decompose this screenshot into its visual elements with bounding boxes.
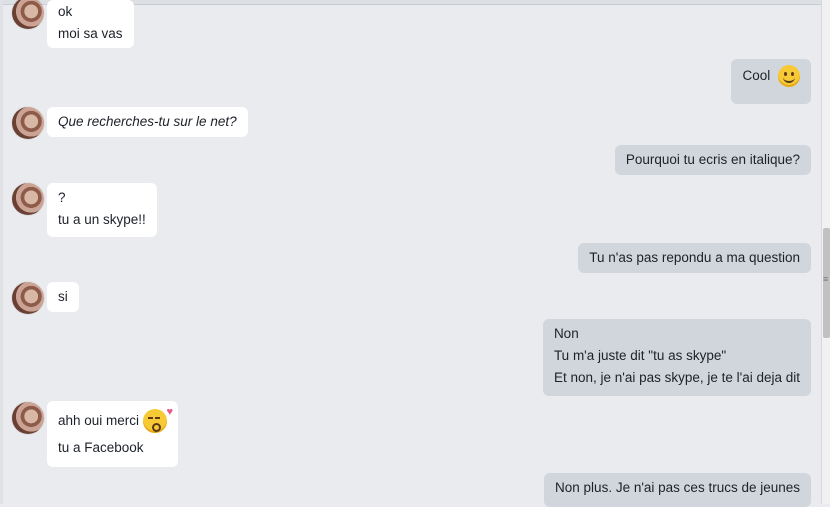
contact-avatar[interactable] (12, 107, 44, 139)
smiling-face-icon (778, 65, 800, 88)
contact-avatar[interactable] (12, 402, 44, 434)
message-text: Que recherches-tu sur le net? (58, 114, 237, 129)
message-text: tu a Facebook (58, 440, 144, 455)
message-text: ? (58, 190, 66, 205)
message-text: Cool (742, 68, 771, 83)
message-bubble-incoming: ahh oui merci ♥ tu a Facebook (47, 401, 179, 467)
message-bubble-incoming: ok moi sa vas (47, 0, 134, 48)
message-bubble-incoming: ? tu a un skype!! (47, 183, 157, 237)
message-text: moi sa vas (58, 26, 123, 41)
message-text: Tu m'a juste dit "tu as skype" (553, 348, 727, 363)
message-text: Non (553, 326, 579, 341)
left-edge (0, 0, 3, 504)
message-text: Et non, je n'ai pas skype, je te l'ai de… (553, 370, 800, 385)
message-text: ok (58, 4, 73, 19)
message-bubble-outgoing: Non plus. Je n'ai pas ces trucs de jeune… (544, 473, 811, 507)
message-bubble-outgoing: Non Tu m'a juste dit "tu as skype" Et no… (542, 319, 811, 396)
scrollbar-grip-icon: ≡ (823, 274, 829, 284)
message-text-content: ahh oui merci (58, 413, 140, 428)
kissing-face-heart-icon: ♥ (143, 407, 173, 434)
message-bubble-incoming: Que recherches-tu sur le net? (47, 107, 248, 137)
message-bubble-incoming: si (47, 282, 79, 312)
contact-avatar[interactable] (12, 183, 44, 215)
message-text: tu a un skype!! (58, 212, 146, 227)
message-text: Tu n'as pas repondu a ma question (589, 250, 800, 265)
scrollbar[interactable]: ≡ (821, 0, 830, 504)
message-bubble-outgoing: Pourquoi tu ecris en italique? (614, 145, 811, 175)
message-bubble-outgoing: Cool (731, 59, 811, 104)
message-text: si (58, 289, 68, 304)
message-text: Non plus. Je n'ai pas ces trucs de jeune… (555, 480, 800, 495)
contact-avatar[interactable] (12, 282, 44, 314)
message-text: Pourquoi tu ecris en italique? (625, 152, 800, 167)
contact-avatar[interactable] (12, 0, 44, 29)
message-bubble-outgoing: Tu n'as pas repondu a ma question (578, 243, 811, 273)
message-text: ahh oui merci ♥ (58, 407, 173, 434)
